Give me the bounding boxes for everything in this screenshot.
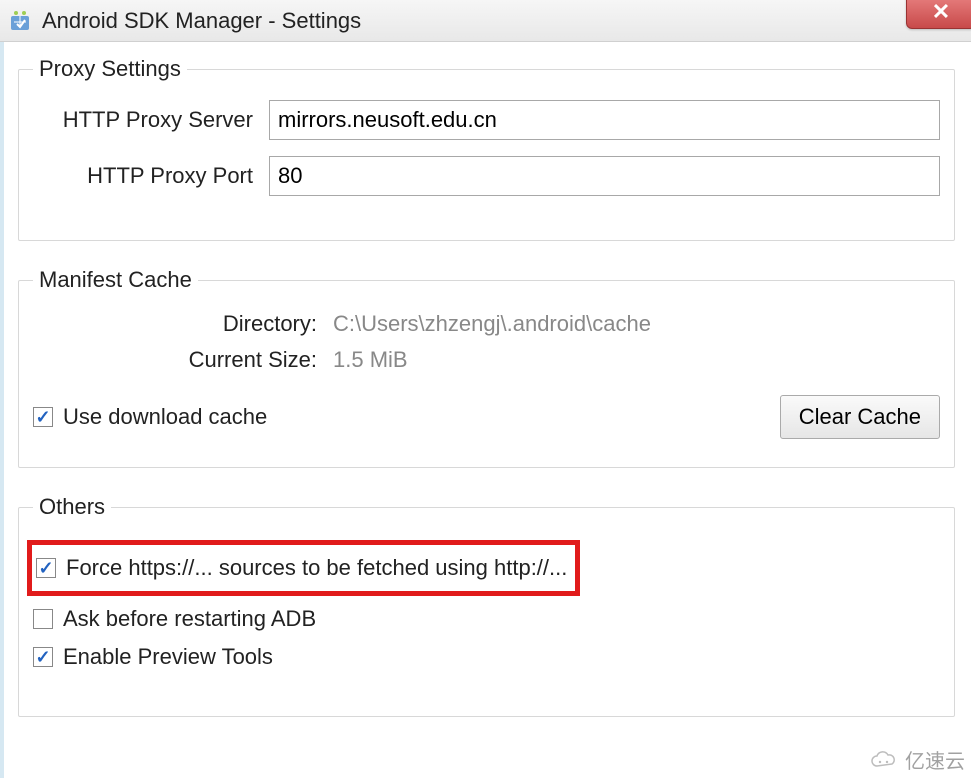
preview-tools-row[interactable]: Enable Preview Tools: [33, 638, 940, 676]
proxy-port-label: HTTP Proxy Port: [33, 163, 269, 189]
preview-tools-checkbox[interactable]: [33, 647, 53, 667]
proxy-port-row: HTTP Proxy Port: [33, 156, 940, 196]
force-https-label: Force https://... sources to be fetched …: [66, 555, 567, 581]
proxy-port-input[interactable]: [269, 156, 940, 196]
others-legend: Others: [33, 494, 111, 520]
ask-adb-label: Ask before restarting ADB: [63, 606, 316, 632]
cache-directory-label: Directory:: [33, 311, 333, 337]
cache-size-label: Current Size:: [33, 347, 333, 373]
preview-tools-label: Enable Preview Tools: [63, 644, 273, 670]
force-https-highlight: Force https://... sources to be fetched …: [27, 540, 580, 596]
close-button[interactable]: ✕: [906, 0, 971, 29]
force-https-row[interactable]: Force https://... sources to be fetched …: [36, 549, 567, 587]
clear-cache-button[interactable]: Clear Cache: [780, 395, 940, 439]
ask-adb-checkbox[interactable]: [33, 609, 53, 629]
cache-directory-value: C:\Users\zhzengj\.android\cache: [333, 311, 651, 337]
settings-content: Proxy Settings HTTP Proxy Server HTTP Pr…: [0, 42, 971, 778]
android-sdk-icon: [8, 9, 32, 33]
force-https-checkbox[interactable]: [36, 558, 56, 578]
use-download-cache-row[interactable]: Use download cache: [33, 398, 267, 436]
proxy-server-input[interactable]: [269, 100, 940, 140]
close-icon: ✕: [932, 0, 950, 25]
proxy-settings-group: Proxy Settings HTTP Proxy Server HTTP Pr…: [18, 56, 955, 241]
window-titlebar: Android SDK Manager - Settings ✕: [0, 0, 971, 42]
ask-adb-row[interactable]: Ask before restarting ADB: [33, 600, 940, 638]
cache-directory-row: Directory: C:\Users\zhzengj\.android\cac…: [33, 311, 940, 337]
use-download-cache-checkbox[interactable]: [33, 407, 53, 427]
cache-size-value: 1.5 MiB: [333, 347, 408, 373]
proxy-server-label: HTTP Proxy Server: [33, 107, 269, 133]
cache-legend: Manifest Cache: [33, 267, 198, 293]
proxy-legend: Proxy Settings: [33, 56, 187, 82]
others-group: Others Force https://... sources to be f…: [18, 494, 955, 717]
manifest-cache-group: Manifest Cache Directory: C:\Users\zhzen…: [18, 267, 955, 468]
cache-size-row: Current Size: 1.5 MiB: [33, 347, 940, 373]
proxy-server-row: HTTP Proxy Server: [33, 100, 940, 140]
window-title: Android SDK Manager - Settings: [42, 8, 361, 34]
use-download-cache-label: Use download cache: [63, 404, 267, 430]
